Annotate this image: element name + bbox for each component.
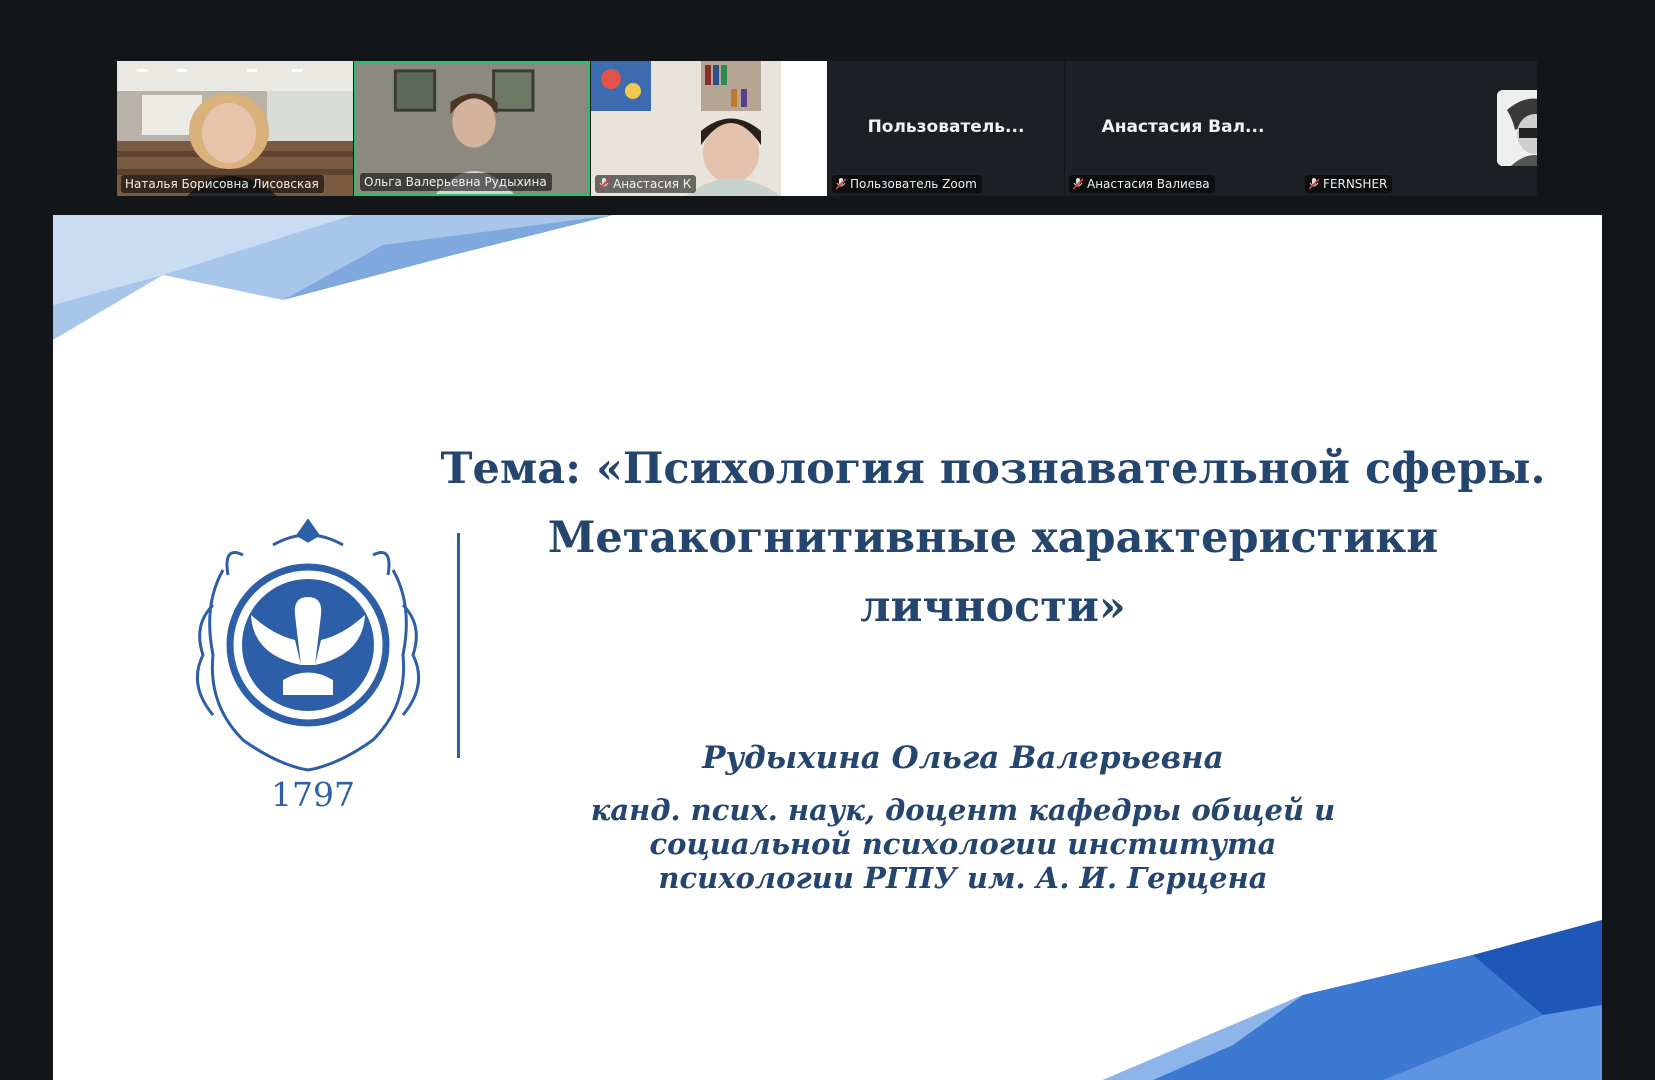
zoom-meeting-window: Наталья Борисовна Лисовская Ольга Валерь… xyxy=(0,0,1655,1080)
mic-muted-icon xyxy=(598,178,610,190)
participant-name: Анастасия Валиева xyxy=(1087,177,1210,191)
participant-name: Пользователь Zoom xyxy=(850,177,977,191)
mic-muted-icon xyxy=(1308,178,1320,190)
participant-name-label: Анастасия К xyxy=(595,175,697,193)
slide-affiliation: канд. псих. наук, доцент кафедры общей и… xyxy=(483,793,1443,895)
participant-tile-active-speaker[interactable]: Ольга Валерьевна Рудыхина xyxy=(354,61,590,196)
mic-muted-icon xyxy=(835,178,847,190)
participant-name-label: Анастасия Валиева xyxy=(1069,175,1215,193)
participant-tile-no-video[interactable]: Пользователь... Пользователь Zoom xyxy=(828,61,1064,196)
participant-strip: Наталья Борисовна Лисовская Ольга Валерь… xyxy=(117,61,1537,196)
slide-author: Рудыхина Ольга Валерьевна xyxy=(702,740,1224,776)
slide-title: Тема: «Психология познавательной сферы. … xyxy=(433,435,1553,642)
participant-name: FERNSHER xyxy=(1323,177,1388,191)
participant-tile[interactable]: Наталья Борисовна Лисовская xyxy=(117,61,353,196)
participant-name-label: Пользователь Zoom xyxy=(832,175,982,193)
emblem-year: 1797 xyxy=(271,775,355,814)
participant-name-label: Наталья Борисовна Лисовская xyxy=(121,175,324,193)
participant-name: Анастасия К xyxy=(613,177,692,191)
slide-affiliation-line: психологии РГПУ им. А. И. Герцена xyxy=(658,861,1268,895)
slide-title-line: Тема: «Психология познавательной сферы. xyxy=(440,444,1546,494)
participant-tile-no-video[interactable]: FERNSHER xyxy=(1301,61,1537,196)
slide-affiliation-line: канд. псих. наук, доцент кафедры общей и xyxy=(590,793,1336,827)
shared-screen-slide[interactable]: Тема: «Психология познавательной сферы. … xyxy=(53,215,1602,1080)
participant-display-name: Анастасия Вал... xyxy=(1101,117,1265,137)
participant-name: Наталья Борисовна Лисовская xyxy=(125,177,319,191)
participant-name-label: Ольга Валерьевна Рудыхина xyxy=(360,173,552,191)
participant-tile[interactable]: Анастасия К xyxy=(591,61,827,196)
participant-display-name: Пользователь... xyxy=(867,117,1025,137)
slide-affiliation-line: социальной психологии института xyxy=(649,827,1277,861)
profile-avatar-icon xyxy=(1497,90,1537,166)
slide-divider xyxy=(457,533,460,758)
slide-title-line: личности» xyxy=(860,582,1126,632)
participant-name: Ольга Валерьевна Рудыхина xyxy=(364,175,547,189)
pelican-coat-of-arms-icon xyxy=(195,518,421,772)
mic-muted-icon xyxy=(1072,178,1084,190)
participant-tile-no-video[interactable]: Анастасия Вал... Анастасия Валиева xyxy=(1065,61,1301,196)
slide-title-line: Метакогнитивные характеристики xyxy=(547,513,1439,563)
participant-name-label: FERNSHER xyxy=(1305,175,1393,193)
